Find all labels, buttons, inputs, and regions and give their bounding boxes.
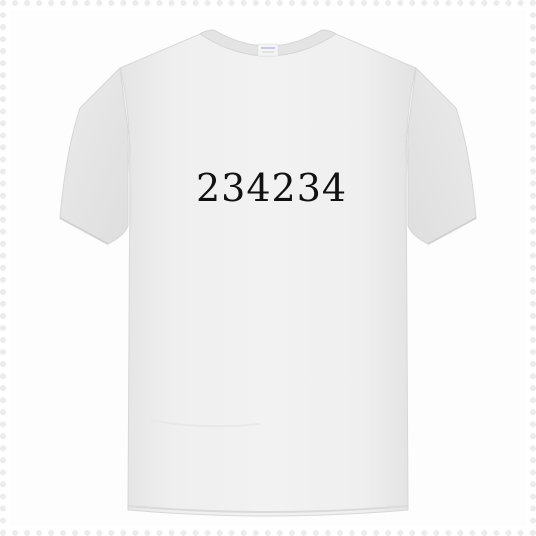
shirt-body <box>119 33 417 517</box>
right-sleeve <box>407 66 477 245</box>
tshirt-image <box>59 29 477 517</box>
left-sleeve <box>59 66 129 245</box>
neck-label <box>257 43 279 57</box>
shirt-print-text: 234234 <box>196 166 348 210</box>
